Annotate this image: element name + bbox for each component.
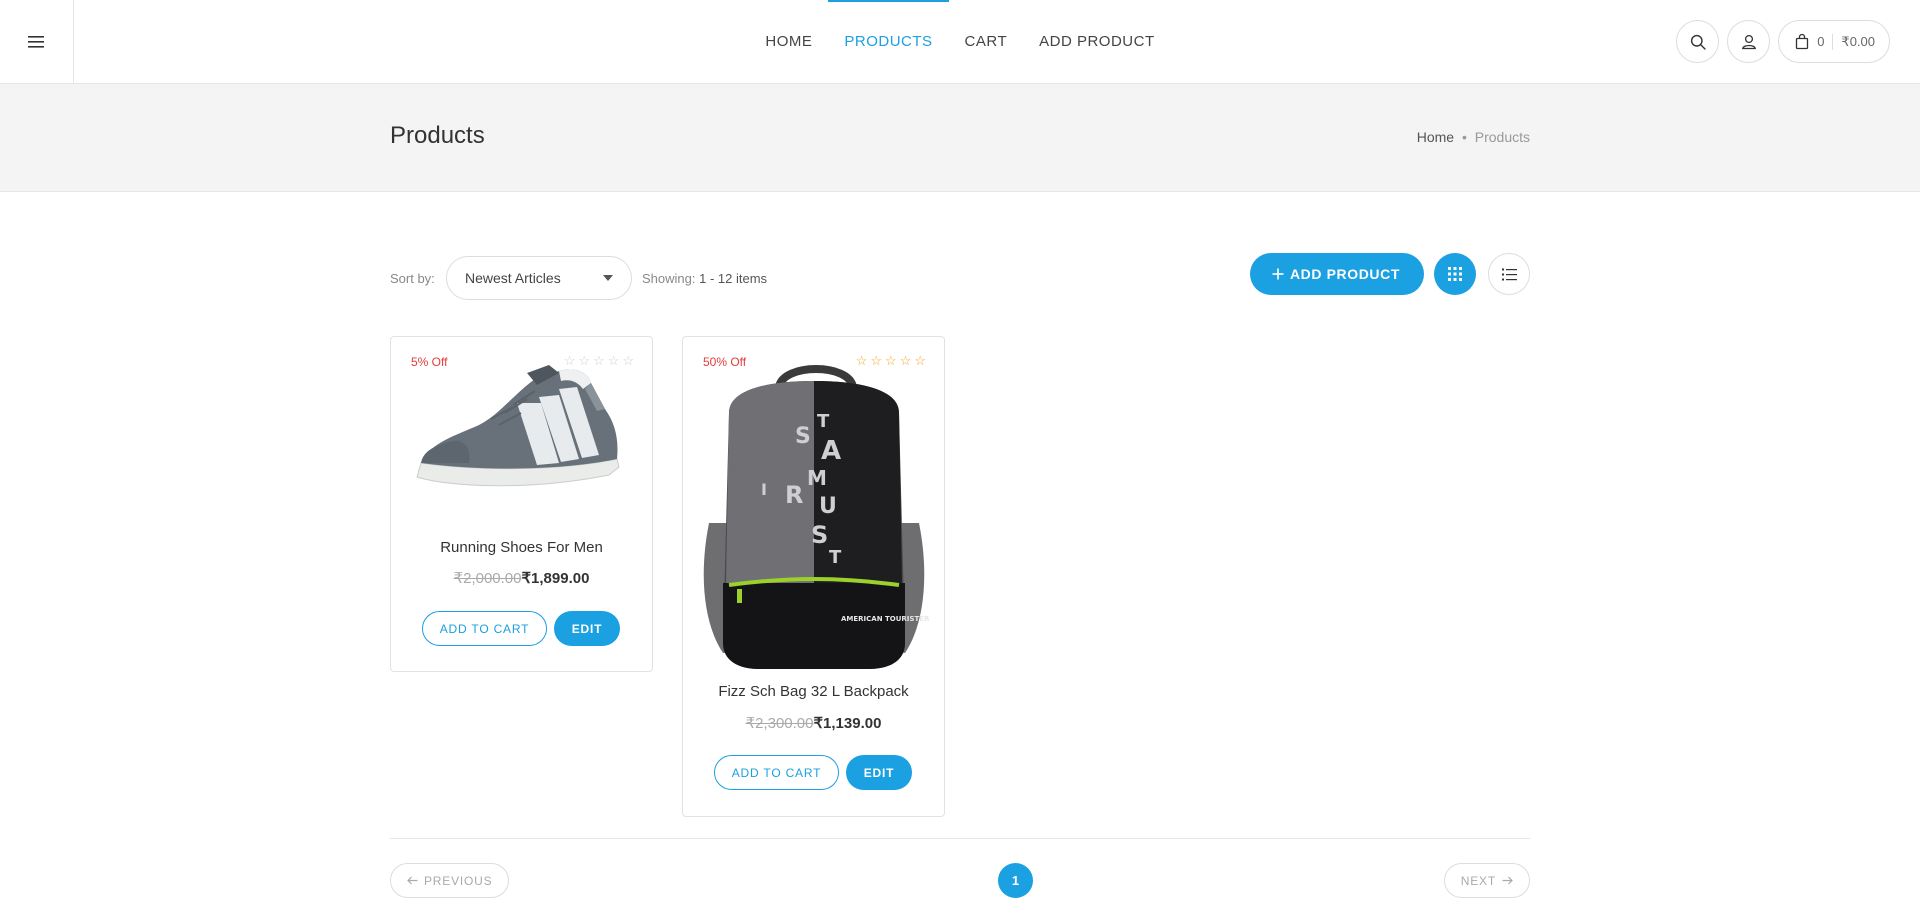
page-title-band: Products Home • Products [0,84,1920,192]
pagination-divider [390,838,1530,839]
product-image-shoe[interactable] [409,359,635,509]
svg-text:I: I [761,480,767,499]
account-button[interactable] [1727,20,1771,63]
showing-value: 1 - 12 items [699,271,768,286]
main-nav: HOME PRODUCTS CART ADD PRODUCT [0,0,1920,84]
product-toolbar: Sort by: Newest Articles Showing: 1 - 12… [390,253,1530,300]
product-image-backpack[interactable]: S T A M R U S T I AMERICAN TOURISTER [699,363,929,673]
svg-text:R: R [785,481,803,509]
brand-label: AMERICAN TOURISTER [841,615,929,623]
cart-button[interactable]: 0 ₹0.00 [1778,20,1890,63]
add-product-button[interactable]: ADD PRODUCT [1249,253,1424,295]
svg-text:T: T [817,411,830,432]
product-price: ₹2,000.00₹1,899.00 [391,569,652,587]
old-price: ₹2,300.00 [745,715,814,732]
product-name[interactable]: Running Shoes For Men [391,539,652,556]
menu-icon [27,36,44,48]
arrow-right-icon [1502,876,1513,885]
sort-select[interactable]: Newest Articles [446,256,632,300]
product-name[interactable]: Fizz Sch Bag 32 L Backpack [683,683,944,700]
top-header: HOME PRODUCTS CART ADD PRODUCT 0 ₹0.00 [0,0,1920,84]
plus-icon [1272,268,1284,280]
list-view-button[interactable] [1488,253,1530,295]
product-card: 5% Off ☆ ☆ ☆ ☆ ☆ Running Shoes For Men ₹2,00… [390,336,653,672]
next-page-button[interactable]: NEXT [1443,863,1530,898]
page-title: Products [390,122,485,149]
nav-home[interactable]: HOME [749,0,828,84]
arrow-left-icon [407,876,418,885]
list-icon [1501,268,1517,280]
cart-divider [1832,33,1834,50]
svg-text:S: S [811,521,828,549]
page-number-current[interactable]: 1 [998,863,1033,898]
nav-cart[interactable]: CART [949,0,1024,84]
old-price: ₹2,000.00 [453,570,522,587]
new-price: ₹1,899.00 [521,570,590,587]
product-card: 50% Off ☆ ☆ ☆ ☆ ☆ S T A M R U S T I AMER… [682,336,945,817]
next-label: NEXT [1460,873,1496,888]
showing-label: Showing: [642,271,696,286]
breadcrumb: Home • Products [1417,129,1530,145]
showing-count: Showing: 1 - 12 items [642,271,767,286]
previous-page-button[interactable]: PREVIOUS [390,863,510,898]
breadcrumb-current: Products [1474,129,1530,145]
chevron-down-icon [603,275,613,281]
user-icon [1741,34,1756,49]
grid-view-button[interactable] [1434,253,1476,295]
svg-text:M: M [807,466,827,490]
edit-button[interactable]: EDIT [846,755,912,790]
grid-icon [1448,267,1462,281]
new-price: ₹1,139.00 [813,715,882,732]
previous-label: PREVIOUS [424,873,493,888]
sort-value: Newest Articles [465,270,561,286]
search-icon [1690,34,1706,50]
search-button[interactable] [1676,20,1720,63]
svg-text:U: U [819,494,837,519]
nav-products[interactable]: PRODUCTS [828,0,949,84]
add-product-label: ADD PRODUCT [1289,266,1400,282]
svg-text:T: T [829,547,842,568]
breadcrumb-separator: • [1461,129,1467,145]
breadcrumb-home[interactable]: Home [1417,129,1454,145]
add-to-cart-button[interactable]: ADD TO CART [422,611,547,646]
menu-button[interactable] [0,0,74,84]
nav-add-product[interactable]: ADD PRODUCT [1023,0,1171,84]
cart-total: ₹0.00 [1841,33,1875,49]
add-to-cart-button[interactable]: ADD TO CART [714,755,839,790]
shopping-bag-icon [1796,33,1809,49]
cart-count: 0 [1817,34,1825,49]
edit-button[interactable]: EDIT [554,611,620,646]
sort-label: Sort by: [390,271,435,286]
product-price: ₹2,300.00₹1,139.00 [683,714,944,732]
svg-text:A: A [821,436,841,466]
svg-text:S: S [795,424,811,449]
header-actions: 0 ₹0.00 [1676,20,1890,63]
